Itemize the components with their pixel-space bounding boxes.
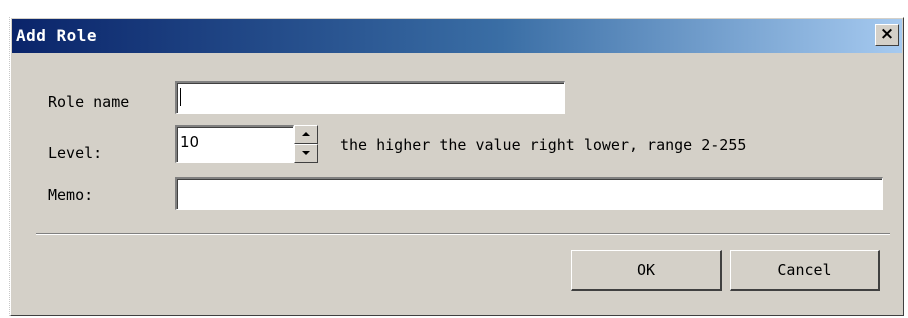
role-name-label: Role name (48, 93, 130, 111)
role-name-input[interactable] (175, 81, 565, 114)
level-spinner (294, 125, 318, 163)
memo-label: Memo: (48, 186, 94, 204)
spin-down-icon (302, 151, 310, 155)
dialog-title: Add Role (16, 26, 98, 45)
spin-up-button[interactable] (294, 125, 318, 144)
add-role-dialog: Add Role × Role name Level: 10 the highe… (10, 17, 904, 316)
spin-up-icon (302, 132, 310, 136)
memo-input[interactable] (175, 177, 883, 210)
level-label: Level: (48, 144, 103, 162)
window-edge (0, 17, 10, 316)
level-input[interactable]: 10 (175, 125, 294, 163)
close-icon: × (879, 24, 895, 44)
ok-button[interactable]: OK (571, 250, 722, 291)
ok-button-label: OK (636, 261, 656, 279)
cancel-button-label: Cancel (777, 261, 832, 279)
level-hint: the higher the value right lower, range … (340, 136, 747, 154)
cancel-button[interactable]: Cancel (730, 250, 880, 291)
separator-line (36, 233, 890, 235)
title-bar[interactable]: Add Role × (12, 19, 902, 53)
spin-down-button[interactable] (294, 144, 318, 163)
text-caret (180, 87, 181, 106)
level-value: 10 (180, 133, 200, 151)
close-button[interactable]: × (875, 24, 899, 46)
